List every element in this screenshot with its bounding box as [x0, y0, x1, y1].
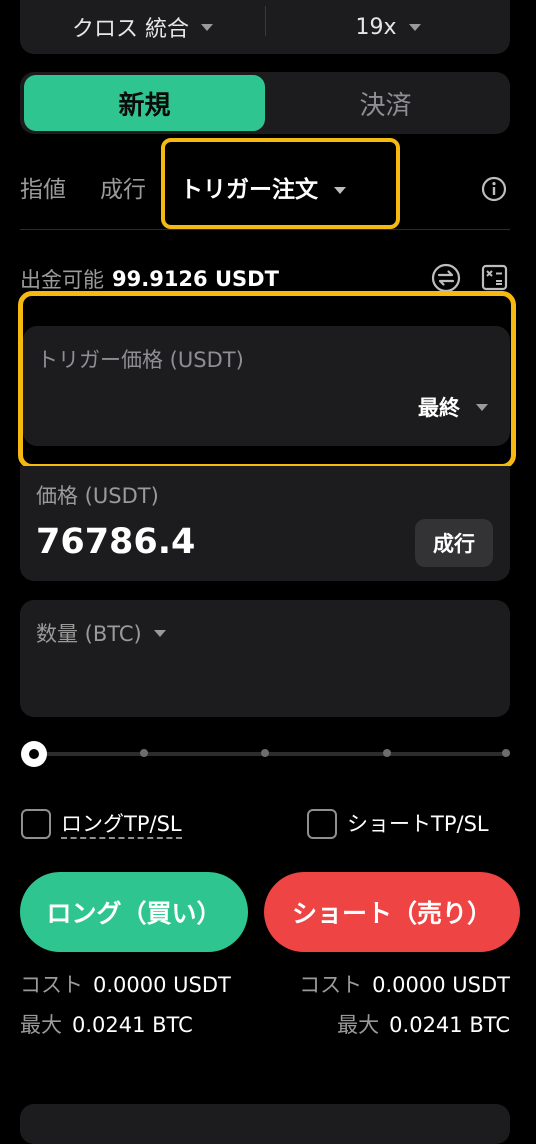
tab-limit-order[interactable]: 指値 — [20, 172, 66, 208]
tab-close[interactable]: 決済 — [265, 75, 506, 131]
tab-market-order[interactable]: 成行 — [100, 172, 146, 208]
margin-leverage-bar: クロス 統合 19x — [20, 0, 510, 54]
short-tpsl-label[interactable]: ショートTP/SL — [347, 809, 489, 839]
tab-trigger-order[interactable]: トリガー注文 — [180, 172, 346, 208]
short-max-label: 最大 — [337, 1013, 380, 1037]
margin-mode-selector[interactable]: クロス 統合 — [20, 0, 265, 54]
price-input[interactable]: 価格 (USDT) 76786.4 成行 — [20, 466, 510, 581]
short-sell-button[interactable]: ショート（売り） — [264, 872, 520, 952]
market-price-button[interactable]: 成行 — [415, 519, 493, 567]
quantity-label: 数量 (BTC) — [36, 622, 142, 646]
long-cost-label: コスト — [20, 973, 83, 997]
available-value: 99.9126 USDT — [112, 267, 279, 291]
chevron-down-icon — [153, 629, 166, 637]
info-icon[interactable] — [481, 176, 507, 202]
price-value: 76786.4 — [36, 522, 196, 562]
quantity-input[interactable]: 数量 (BTC) — [20, 600, 510, 717]
tabs-divider — [20, 229, 510, 230]
price-label: 価格 (USDT) — [36, 484, 159, 508]
transfer-icon[interactable] — [431, 263, 461, 293]
trigger-input-highlight — [18, 291, 516, 469]
slider-step-75[interactable] — [383, 749, 391, 757]
long-max: 最大 0.0241 BTC — [20, 1010, 193, 1040]
quantity-unit-selector[interactable]: 数量 (BTC) — [36, 618, 166, 648]
leverage-selector[interactable]: 19x — [266, 0, 510, 54]
chevron-down-icon — [408, 23, 421, 31]
slider-step-25[interactable] — [140, 749, 148, 757]
long-tpsl-label[interactable]: ロングTP/SL — [61, 809, 182, 839]
long-cost: コスト 0.0000 USDT — [20, 970, 231, 1000]
long-buy-button[interactable]: ロング（買い） — [20, 872, 248, 952]
short-cost: コスト 0.0000 USDT — [299, 970, 510, 1000]
long-cost-value: 0.0000 USDT — [93, 973, 231, 997]
chevron-down-icon — [334, 186, 346, 194]
short-cost-value: 0.0000 USDT — [372, 973, 510, 997]
slider-step-100[interactable] — [502, 749, 510, 757]
available-label: 出金可能 — [20, 268, 104, 292]
slider-step-50[interactable] — [261, 749, 269, 757]
tab-open[interactable]: 新規 — [24, 75, 265, 131]
chevron-down-icon — [201, 23, 213, 31]
slider-thumb[interactable] — [21, 741, 47, 767]
long-max-label: 最大 — [20, 1013, 62, 1037]
leverage-label: 19x — [355, 14, 397, 40]
short-max-value: 0.0241 BTC — [389, 1013, 510, 1037]
tab-trigger-label: トリガー注文 — [180, 177, 318, 203]
short-cost-label: コスト — [299, 973, 363, 997]
calculator-icon[interactable] — [481, 264, 508, 291]
long-tpsl-checkbox[interactable] — [21, 809, 51, 839]
quantity-slider-track[interactable] — [34, 752, 510, 756]
long-max-value: 0.0241 BTC — [72, 1013, 193, 1037]
open-close-toggle: 新規 決済 — [20, 72, 510, 134]
bottom-panel — [20, 1104, 510, 1144]
short-tpsl-checkbox[interactable] — [307, 809, 337, 839]
margin-mode-label: クロス 統合 — [72, 17, 189, 42]
short-max: 最大 0.0241 BTC — [337, 1010, 510, 1040]
